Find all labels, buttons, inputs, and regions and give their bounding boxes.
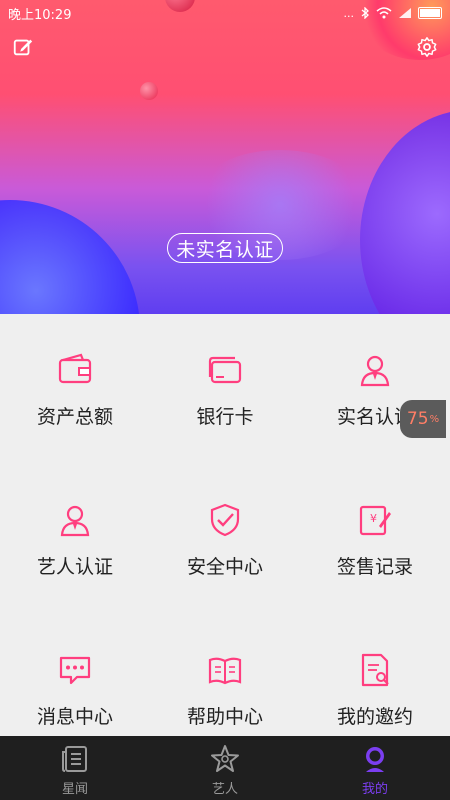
- svg-text:¥: ¥: [370, 512, 377, 525]
- badge-value: 75: [406, 409, 429, 429]
- tab-mine[interactable]: 我的: [300, 736, 450, 800]
- menu-item-label: 资产总额: [36, 406, 113, 428]
- menu-grid: 资产总额 银行卡 实名认证 艺人认证 安全中心 ¥ 签售记录 消息中心 帮助中心…: [0, 314, 450, 736]
- star-icon: [211, 745, 239, 772]
- menu-item-assets[interactable]: 资产总额: [0, 314, 150, 464]
- menu-item-label: 艺人认证: [36, 556, 113, 578]
- gear-icon[interactable]: [416, 36, 438, 58]
- menu-item-label: 帮助中心: [186, 706, 263, 728]
- menu-item-label: 签售记录: [336, 556, 413, 578]
- status-dots: ...: [343, 6, 355, 20]
- badge-unit: %: [429, 413, 440, 425]
- wallet-icon: [58, 353, 92, 384]
- person-icon: [360, 355, 390, 387]
- decor-ball: [140, 82, 158, 100]
- message-icon: [59, 656, 91, 685]
- tab-label: 艺人: [211, 782, 238, 797]
- shield-icon: [210, 503, 240, 537]
- menu-item-signing-records[interactable]: ¥ 签售记录: [300, 464, 450, 614]
- decor-sphere: [360, 110, 450, 314]
- bottom-tab-bar: 星闻 艺人 我的: [0, 736, 450, 800]
- verification-status-button[interactable]: 未实名认证: [167, 233, 283, 263]
- tab-artists[interactable]: 艺人: [150, 736, 300, 800]
- floating-speed-badge[interactable]: 75%: [400, 400, 446, 438]
- menu-item-label: 消息中心: [36, 706, 113, 728]
- invite-icon: [361, 653, 389, 687]
- status-bar: 晚上10:29 ...: [0, 0, 450, 26]
- news-icon: [62, 746, 87, 772]
- signal-icon: [399, 8, 411, 18]
- tab-label: 我的: [361, 782, 388, 797]
- menu-item-label: 我的邀约: [336, 706, 413, 728]
- profile-icon: [366, 747, 384, 772]
- menu-item-label: 安全中心: [186, 556, 263, 578]
- menu-item-bank-card[interactable]: 银行卡: [150, 314, 300, 464]
- status-time: 晚上10:29: [8, 7, 72, 23]
- tab-label: 星闻: [61, 782, 88, 797]
- menu-item-real-name[interactable]: 实名认证: [300, 314, 450, 464]
- menu-item-security[interactable]: 安全中心: [150, 464, 300, 614]
- bluetooth-icon: [361, 7, 369, 19]
- edit-icon[interactable]: [12, 36, 34, 58]
- artist-icon: [60, 505, 90, 537]
- decor-sphere: [0, 200, 140, 314]
- menu-item-artist-verify[interactable]: 艺人认证: [0, 464, 150, 614]
- record-icon: ¥: [359, 505, 391, 536]
- battery-icon: [418, 7, 442, 19]
- menu-item-label: 银行卡: [196, 406, 254, 428]
- card-icon: [208, 356, 242, 384]
- tab-news[interactable]: 星闻: [0, 736, 150, 800]
- profile-banner: 晚上10:29 ... 未实名认证: [0, 0, 450, 314]
- wifi-icon: [376, 7, 392, 19]
- book-icon: [208, 657, 242, 685]
